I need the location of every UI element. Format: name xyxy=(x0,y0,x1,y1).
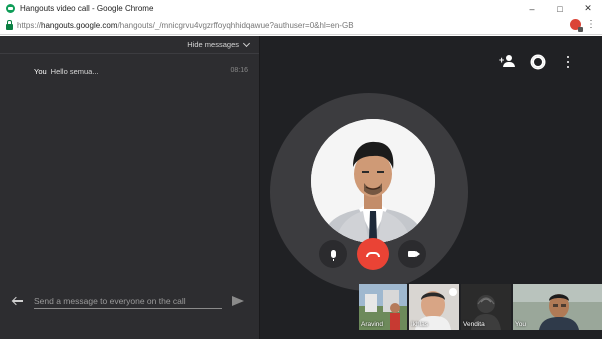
title-bar: Hangouts video call - Google Chrome – □ … xyxy=(0,0,602,17)
end-call-button[interactable] xyxy=(357,238,389,270)
active-speaker-avatar xyxy=(311,119,435,243)
message-text: Hello semua... xyxy=(50,67,99,76)
hangouts-app: Hide messages You Hello semua... 08:16 + xyxy=(0,36,602,339)
add-person-icon[interactable]: + xyxy=(499,54,516,70)
participant-name: Aravind xyxy=(361,321,384,328)
camera-toggle-button[interactable] xyxy=(398,240,426,268)
participant-name: You xyxy=(515,321,526,328)
window-controls: – □ ✕ xyxy=(518,0,602,17)
message-input[interactable] xyxy=(34,293,222,309)
send-icon[interactable] xyxy=(232,296,244,306)
browser-menu-icon[interactable]: ⋮ xyxy=(586,19,596,30)
hide-messages-label: Hide messages xyxy=(187,40,239,49)
back-arrow-icon[interactable] xyxy=(12,296,26,306)
message-composer xyxy=(0,286,260,316)
hide-messages-button[interactable]: Hide messages xyxy=(187,39,251,49)
message-time: 08:16 xyxy=(230,67,248,74)
url-text[interactable]: https://hangouts.google.com/hangouts/_/m… xyxy=(17,21,354,30)
participant-tile-self[interactable]: You xyxy=(513,284,602,330)
participant-filmstrip: Aravind Ikhlas Vendita You xyxy=(359,284,602,330)
window-title: Hangouts video call - Google Chrome xyxy=(20,4,154,13)
chat-header: Hide messages xyxy=(0,36,259,54)
chat-panel: Hide messages You Hello semua... 08:16 xyxy=(0,36,260,339)
mic-icon xyxy=(330,250,336,261)
participant-tile[interactable]: Vendita xyxy=(461,284,511,330)
participant-tile[interactable]: Ikhlas xyxy=(409,284,459,330)
minimize-button[interactable]: – xyxy=(518,0,546,17)
participant-name: Vendita xyxy=(463,321,485,328)
address-bar[interactable]: https://hangouts.google.com/hangouts/_/m… xyxy=(0,17,602,35)
mute-mic-button[interactable] xyxy=(319,240,347,268)
close-button[interactable]: ✕ xyxy=(574,0,602,17)
hangouts-icon xyxy=(6,4,15,13)
gear-icon[interactable] xyxy=(530,54,546,70)
chat-message: You Hello semua... 08:16 xyxy=(34,67,248,76)
extension-area: ⋮ xyxy=(570,19,596,32)
self-video xyxy=(513,284,602,330)
maximize-button[interactable]: □ xyxy=(546,0,574,17)
more-vert-icon[interactable] xyxy=(560,54,576,70)
participant-name: Ikhlas xyxy=(411,321,428,328)
hang-up-icon xyxy=(366,251,380,257)
call-toolbar: + xyxy=(499,54,602,70)
lock-icon xyxy=(6,20,13,30)
message-sender: You xyxy=(34,67,47,76)
extension-icon[interactable] xyxy=(570,19,583,32)
participant-tile[interactable]: Aravind xyxy=(359,284,407,330)
chevron-down-icon xyxy=(242,39,251,47)
camera-icon xyxy=(408,251,416,257)
speaker-photo xyxy=(311,119,435,243)
